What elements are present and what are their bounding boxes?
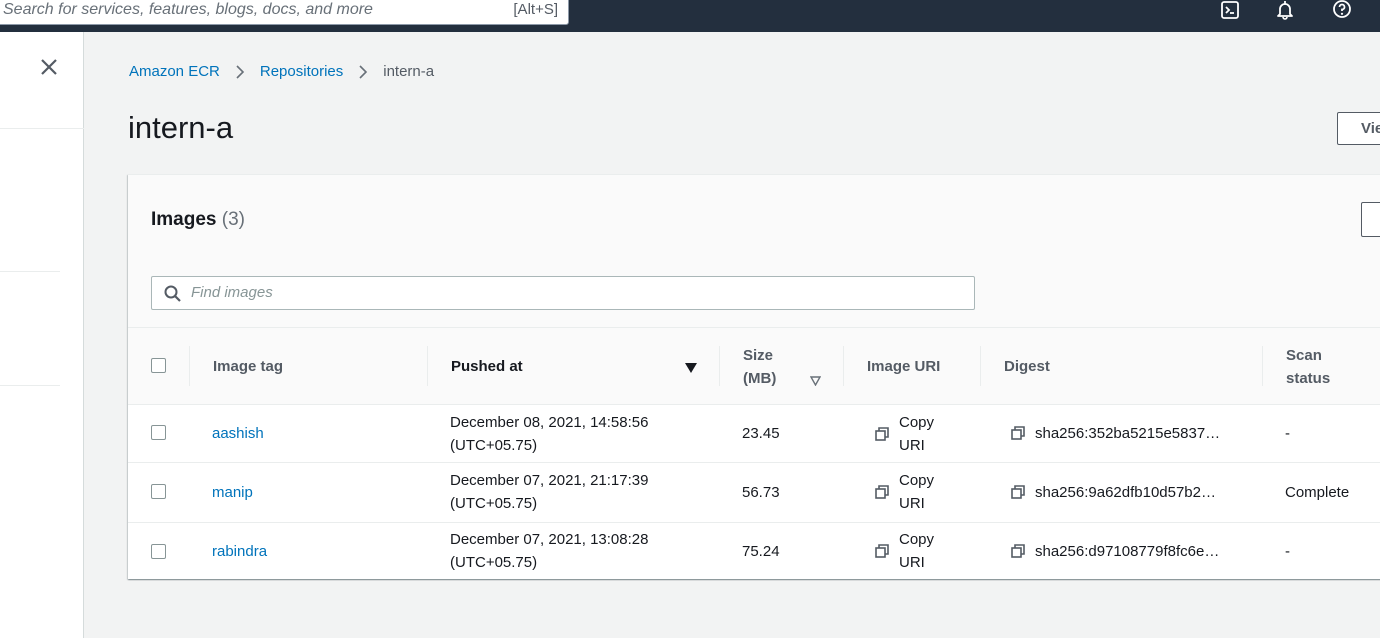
pushed-at-date: December 08, 2021, 14:58:56 <box>450 414 649 431</box>
search-shortcut-hint: [Alt+S] <box>513 1 558 18</box>
pushed-at-cell: December 08, 2021, 14:58:56 (UTC+05.75) <box>450 411 648 457</box>
copy-uri-label-line2: URI <box>899 437 925 454</box>
scan-header-line1: Scan <box>1286 346 1322 364</box>
copy-uri-button[interactable]: Copy URI <box>875 469 934 515</box>
chevron-right-icon <box>234 64 246 79</box>
copy-digest-button[interactable]: sha256:d97108779f8fc6e… <box>1011 540 1219 563</box>
header-action-button[interactable] <box>1361 202 1380 237</box>
images-header: Images (3) Find images <box>128 175 1380 328</box>
row-checkbox[interactable] <box>151 425 166 440</box>
nav-divider <box>0 385 60 386</box>
copy-icon <box>875 484 889 499</box>
pushed-at-cell: December 07, 2021, 13:08:28 (UTC+05.75) <box>450 528 648 574</box>
pushed-at-timezone: (UTC+05.75) <box>450 437 538 454</box>
scan-status-cell: Complete <box>1285 484 1350 501</box>
copy-icon <box>1011 485 1025 499</box>
column-header-image-uri: Image URI <box>867 358 941 375</box>
scan-status-cell: - <box>1285 543 1290 560</box>
table-row: rabindra December 07, 2021, 13:08:28 (UT… <box>128 523 1380 580</box>
chevron-right-icon <box>357 64 369 79</box>
cloudshell-icon[interactable] <box>1218 0 1242 20</box>
images-title-text: Images <box>151 209 217 230</box>
sortable-icon[interactable] <box>809 373 822 391</box>
find-images-input[interactable]: Find images <box>151 276 975 310</box>
copy-digest-button[interactable]: sha256:9a62dfb10d57b2… <box>1011 481 1216 504</box>
view-push-commands-button[interactable]: Vie <box>1337 112 1380 145</box>
column-header-size[interactable]: Size (MB) <box>743 328 776 405</box>
size-cell: 56.73 <box>742 484 780 501</box>
page-title: intern-a <box>128 110 234 145</box>
select-all-checkbox[interactable] <box>151 358 166 373</box>
pushed-at-timezone: (UTC+05.75) <box>450 554 538 571</box>
column-divider <box>189 346 190 386</box>
copy-uri-label-line2: URI <box>899 554 925 571</box>
global-search-input[interactable]: Search for services, features, blogs, do… <box>0 0 569 25</box>
sort-descending-icon[interactable] <box>685 360 697 378</box>
digest-value: sha256:9a62dfb10d57b2… <box>1035 484 1216 501</box>
column-header-digest: Digest <box>1004 358 1050 375</box>
pushed-at-date: December 07, 2021, 13:08:28 <box>450 531 649 548</box>
search-icon <box>164 285 181 302</box>
digest-value: sha256:352ba5215e5837… <box>1035 425 1221 442</box>
close-navigation-icon[interactable] <box>38 56 60 78</box>
copy-uri-label-line1: Copy <box>899 531 935 548</box>
column-divider <box>843 346 844 386</box>
column-divider <box>427 346 428 386</box>
breadcrumb-amazon-ecr[interactable]: Amazon ECR <box>129 63 220 80</box>
images-title: Images (3) <box>151 209 245 231</box>
copy-uri-label-line1: Copy <box>899 472 935 489</box>
pushed-at-date: December 07, 2021, 21:17:39 <box>450 472 649 489</box>
image-tag-link[interactable]: manip <box>212 481 253 504</box>
copy-icon <box>875 426 889 441</box>
table-row: aashish December 08, 2021, 14:58:56 (UTC… <box>128 405 1380 463</box>
column-divider <box>719 346 720 386</box>
column-divider <box>980 346 981 386</box>
size-header-line2: (MB) <box>743 369 777 387</box>
table-header: Image tag Pushed at Size (MB) Image URI … <box>128 328 1380 405</box>
row-checkbox[interactable] <box>151 484 166 499</box>
size-cell: 23.45 <box>742 425 780 442</box>
images-container: Images (3) Find images Image tag Pushed … <box>128 174 1380 579</box>
nav-divider <box>0 271 60 272</box>
scan-header-line2: status <box>1286 369 1331 387</box>
notifications-icon[interactable] <box>1273 0 1297 20</box>
find-images-placeholder: Find images <box>191 284 273 301</box>
copy-uri-button[interactable]: Copy URI <box>875 528 934 574</box>
copy-digest-button[interactable]: sha256:352ba5215e5837… <box>1011 422 1220 445</box>
size-header-line1: Size <box>743 346 774 364</box>
table-row: manip December 07, 2021, 21:17:39 (UTC+0… <box>128 463 1380 523</box>
breadcrumb: Amazon ECR Repositories intern-a <box>129 63 434 80</box>
image-tag-link[interactable]: aashish <box>212 422 264 445</box>
side-navigation <box>0 32 84 638</box>
size-cell: 75.24 <box>742 543 780 560</box>
copy-icon <box>1011 544 1025 558</box>
copy-uri-button[interactable]: Copy URI <box>875 411 934 457</box>
copy-icon <box>1011 426 1025 440</box>
breadcrumb-current: intern-a <box>383 63 435 80</box>
nav-divider <box>0 128 84 129</box>
help-icon[interactable] <box>1330 0 1354 20</box>
copy-icon <box>875 543 889 558</box>
column-header-image-tag[interactable]: Image tag <box>213 328 283 405</box>
images-count: (3) <box>221 209 245 230</box>
digest-value: sha256:d97108779f8fc6e… <box>1035 543 1220 560</box>
scan-status-cell: - <box>1285 425 1290 442</box>
pushed-at-timezone: (UTC+05.75) <box>450 495 538 512</box>
copy-uri-label-line1: Copy <box>899 414 935 431</box>
column-header-pushed-at[interactable]: Pushed at <box>451 328 523 405</box>
column-header-scan-status[interactable]: Scan status <box>1286 328 1330 405</box>
top-navigation-bar: Search for services, features, blogs, do… <box>0 0 1380 32</box>
column-divider <box>1262 346 1263 386</box>
breadcrumb-repositories[interactable]: Repositories <box>260 63 343 80</box>
image-tag-link[interactable]: rabindra <box>212 540 267 563</box>
row-checkbox[interactable] <box>151 544 166 559</box>
pushed-at-cell: December 07, 2021, 21:17:39 (UTC+05.75) <box>450 469 648 515</box>
copy-uri-label-line2: URI <box>899 495 925 512</box>
global-search-placeholder: Search for services, features, blogs, do… <box>3 1 373 18</box>
